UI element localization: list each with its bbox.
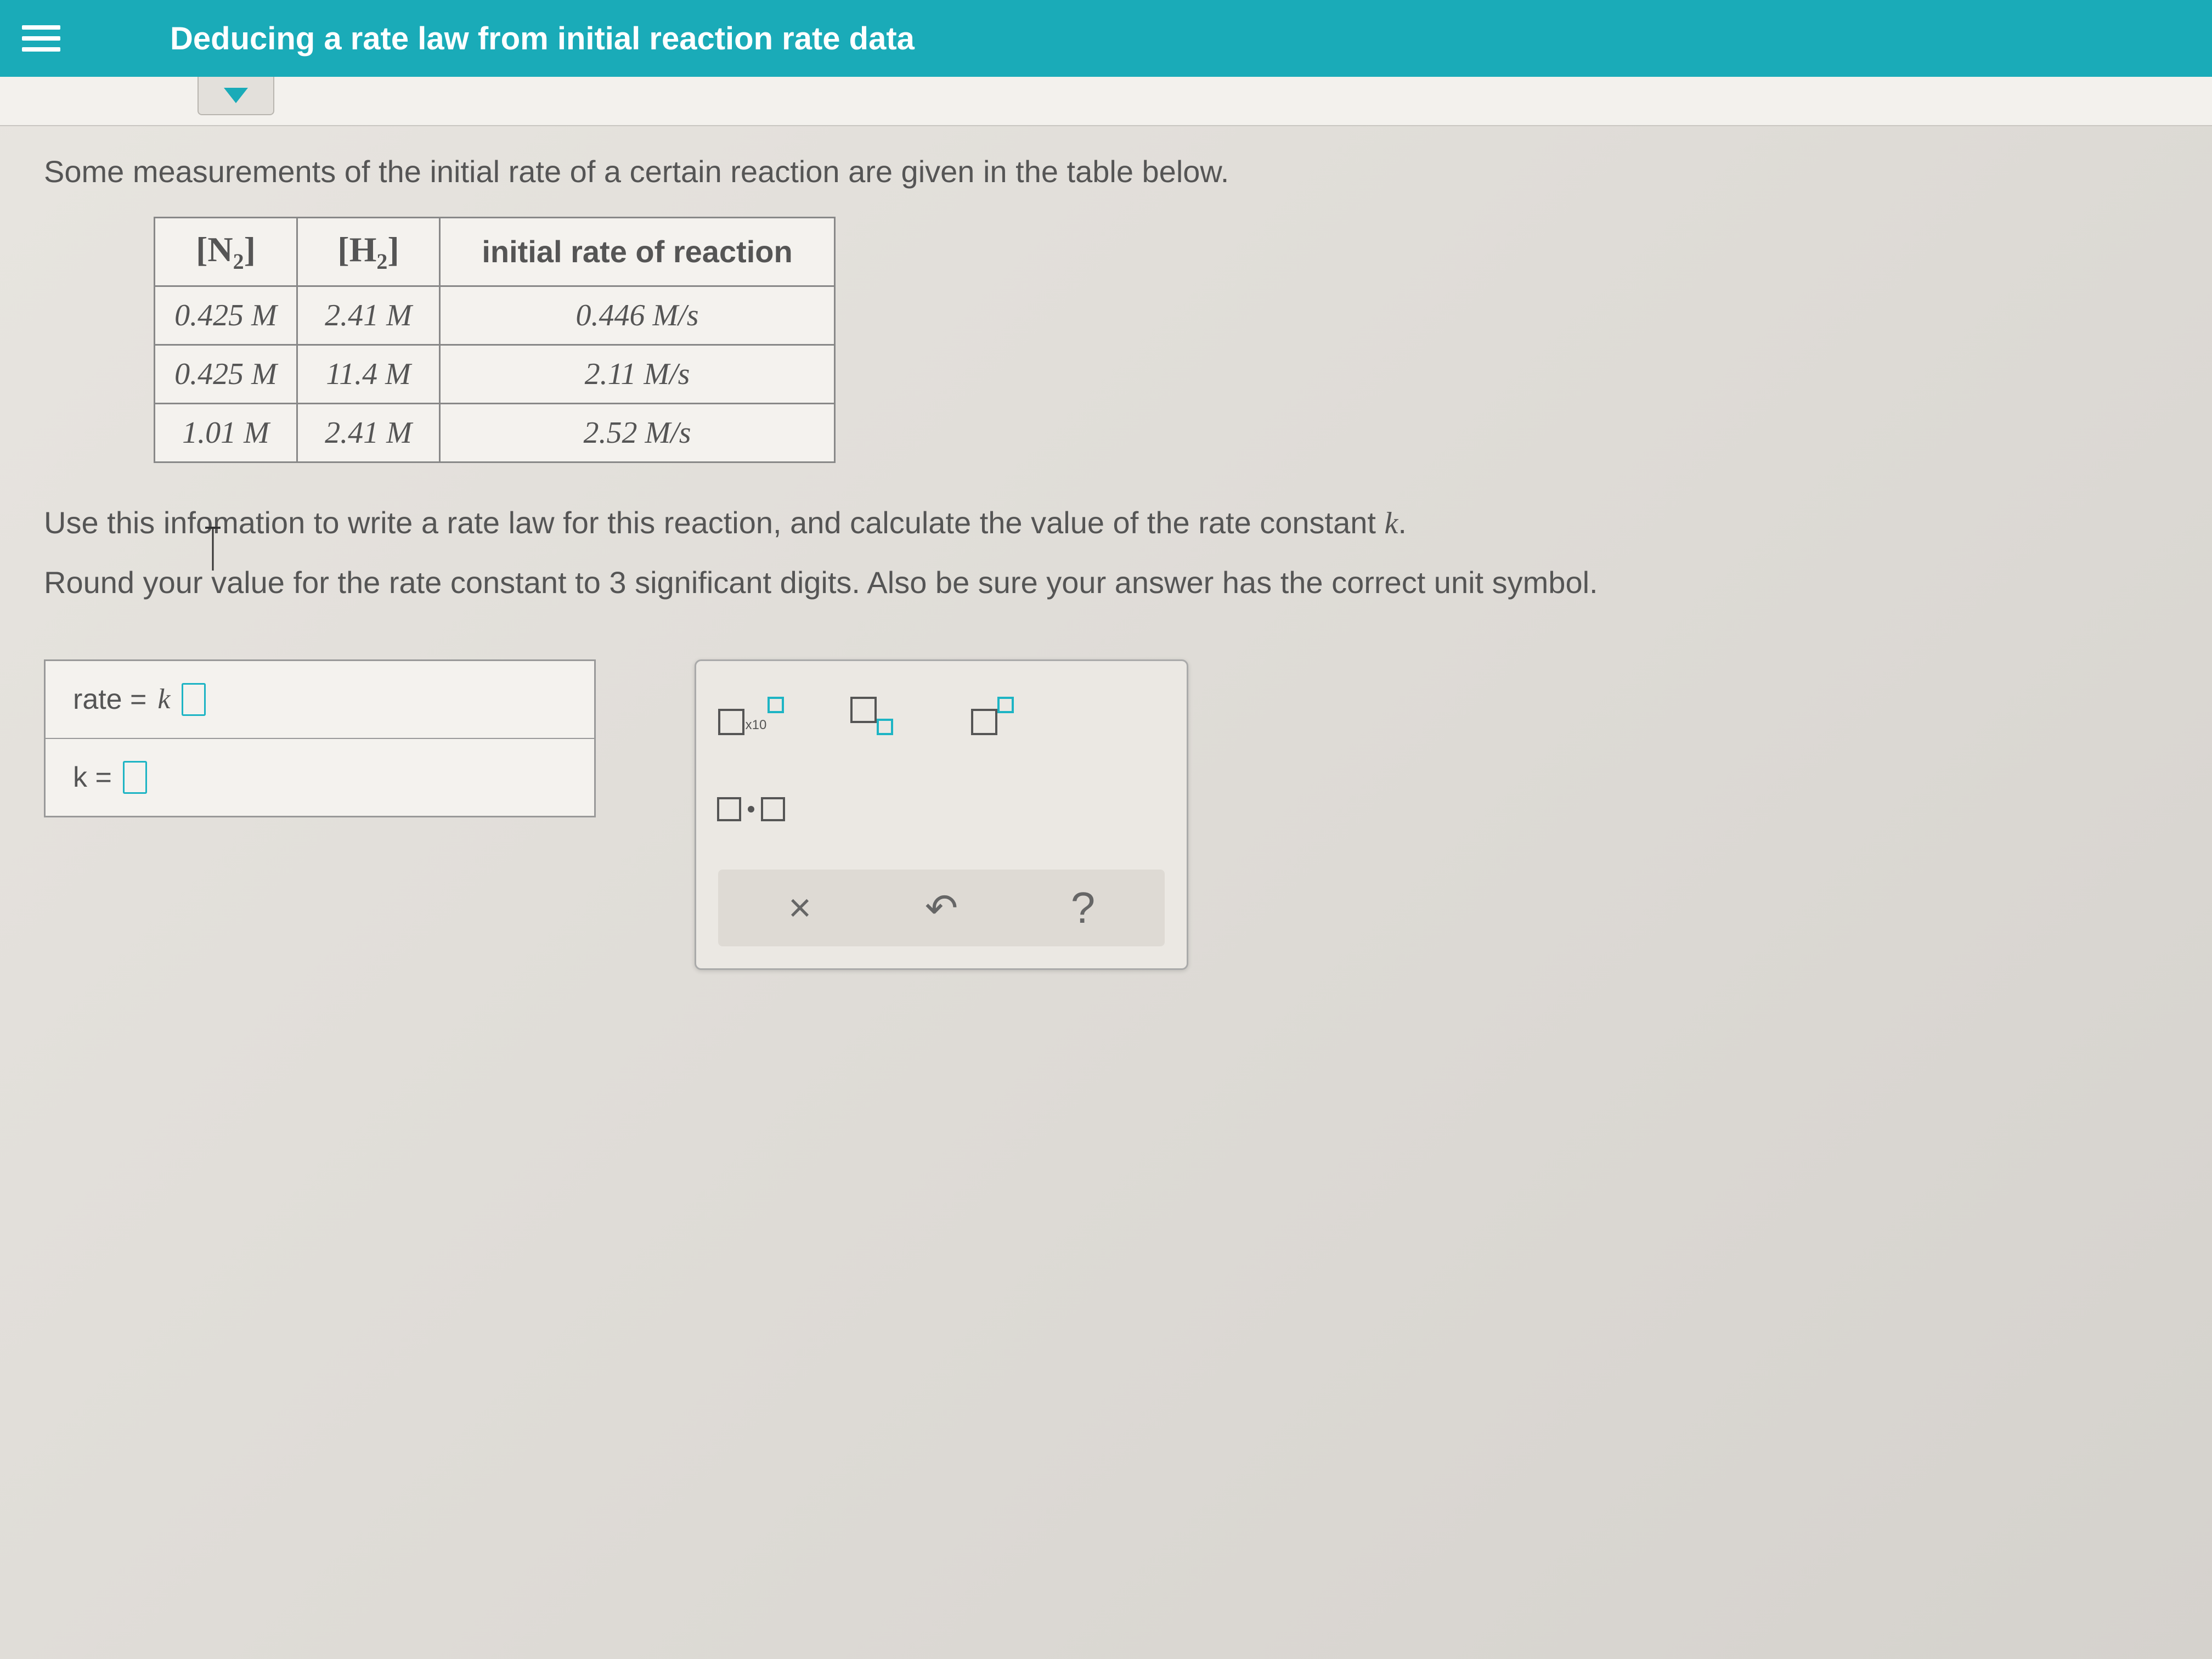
control-row: × ↶ ? [718,870,1165,946]
table-row: 0.425 M 2.41 M 0.446 M/s [155,286,835,345]
table-header-row: [N2] [H2] initial rate of reaction [155,218,835,286]
intro-text: Some measurements of the initial rate of… [44,154,2168,189]
superscript-button[interactable] [960,683,1025,749]
rate-input-placeholder[interactable] [182,683,206,716]
hamburger-menu-icon[interactable] [22,25,60,52]
help-icon: ? [1071,883,1096,933]
header-h2: [H2] [297,218,440,286]
close-icon: × [788,885,811,930]
dropdown-toggle[interactable] [198,77,274,115]
chevron-down-icon [224,88,248,103]
sub-toolbar [0,77,2212,126]
header-n2: [N2] [155,218,297,286]
cell-n2: 0.425 M [155,286,297,345]
rate-k-symbol: k [157,683,170,715]
cell-rate: 2.11 M/s [440,345,835,403]
cell-rate: 2.52 M/s [440,403,835,462]
cell-h2: 2.41 M [297,403,440,462]
page-title: Deducing a rate law from initial reactio… [170,20,915,57]
instruction-line-1: Use this infomation to write a rate law … [44,501,2168,545]
cell-rate: 0.446 M/s [440,286,835,345]
k-label: k = [73,761,112,794]
rate-input-cell[interactable]: rate = k [46,661,594,739]
answer-box: rate = k k = [44,659,596,817]
answer-section: rate = k k = x10 [44,659,2168,970]
cell-n2: 1.01 M [155,403,297,462]
clear-button[interactable]: × [767,886,833,930]
table-row: 1.01 M 2.41 M 2.52 M/s [155,403,835,462]
instruction-line-2: Round your value for the rate constant t… [44,561,2168,604]
multiply-button[interactable] [718,776,784,842]
k-input-cell[interactable]: k = [46,739,594,816]
rate-label: rate = [73,683,146,716]
subscript-button[interactable] [839,683,905,749]
help-button[interactable]: ? [1050,886,1116,930]
tool-row-2 [718,776,1165,842]
tool-row-1: x10 [718,683,1165,749]
undo-icon: ↶ [925,885,958,931]
cell-n2: 0.425 M [155,345,297,403]
header-rate: initial rate of reaction [440,218,835,286]
k-input-placeholder[interactable] [123,761,147,794]
tool-palette: x10 [695,659,1188,970]
header-bar: Deducing a rate law from initial reactio… [0,0,2212,77]
scientific-notation-button[interactable]: x10 [718,683,784,749]
cell-h2: 2.41 M [297,286,440,345]
cell-h2: 11.4 M [297,345,440,403]
content-area: Some measurements of the initial rate of… [0,126,2212,997]
table-row: 0.425 M 11.4 M 2.11 M/s [155,345,835,403]
reaction-data-table: [N2] [H2] initial rate of reaction 0.425… [154,217,836,463]
undo-button[interactable]: ↶ [909,886,974,930]
